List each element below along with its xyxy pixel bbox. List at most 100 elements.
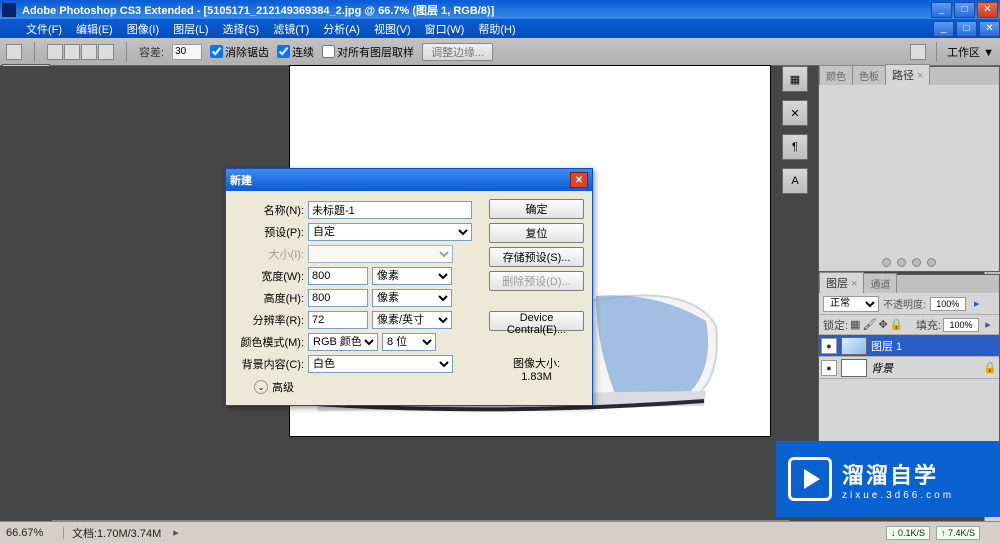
menu-help[interactable]: 帮助(H) — [472, 19, 521, 39]
width-input[interactable] — [308, 267, 368, 285]
resolution-input[interactable] — [308, 311, 368, 329]
status-bar: 66.67% 文档:1.70M/3.74M ▸ ↓ 0.1K/S ↑ 7.4K/… — [0, 521, 1000, 543]
watermark-title: 溜溜自学 — [842, 458, 954, 490]
blend-mode-select[interactable]: 正常 — [823, 296, 879, 312]
close-icon[interactable]: × — [851, 278, 857, 290]
tolerance-label: 容差: — [139, 44, 164, 60]
workspace-menu[interactable]: 工作区 ▼ — [947, 44, 994, 60]
selection-add-icon[interactable] — [64, 44, 80, 60]
device-central-button[interactable]: Device Central(E)... — [489, 311, 584, 331]
lock-transparent-icon[interactable]: ▦ — [850, 318, 860, 331]
panel-dots — [819, 258, 999, 267]
trash-icon[interactable] — [927, 258, 936, 267]
name-input[interactable] — [308, 201, 472, 219]
name-label: 名称(N): — [234, 202, 304, 218]
selection-subtract-icon[interactable] — [81, 44, 97, 60]
chevron-right-icon[interactable]: ▸ — [169, 526, 183, 539]
new-document-dialog: 新建 ✕ 名称(N): 预设(P): 自定 大小(I): 宽度(W): 像素 — [225, 168, 593, 406]
dialog-titlebar[interactable]: 新建 ✕ — [226, 169, 592, 191]
selection-new-icon[interactable] — [47, 44, 63, 60]
height-unit-select[interactable]: 像素 — [372, 289, 452, 307]
tab-swatches[interactable]: 色板 — [852, 65, 886, 85]
lock-paint-icon[interactable]: 🖌 — [862, 318, 876, 331]
tolerance-input[interactable] — [172, 44, 202, 60]
lock-all-icon[interactable]: 🔒 — [890, 318, 904, 331]
layer-row[interactable]: ● 背景 🔒 — [819, 357, 999, 379]
preset-label: 预设(P): — [234, 224, 304, 240]
background-select[interactable]: 白色 — [308, 355, 453, 373]
minimize-button[interactable]: _ — [931, 2, 952, 18]
advanced-toggle[interactable]: ⌄ 高级 — [234, 379, 483, 395]
tab-channels[interactable]: 通道 — [863, 273, 897, 293]
doc-close-button[interactable]: ✕ — [979, 21, 1000, 37]
tab-layers[interactable]: 图层× — [819, 272, 864, 293]
doc-restore-button[interactable]: □ — [956, 21, 977, 37]
background-label: 背景内容(C): — [234, 356, 304, 372]
fill-input[interactable] — [943, 318, 979, 332]
dot-icon[interactable] — [882, 258, 891, 267]
menu-window[interactable]: 窗口(W) — [419, 19, 471, 39]
visibility-icon[interactable]: ● — [821, 360, 837, 376]
play-icon — [788, 457, 832, 501]
menu-image[interactable]: 图像(I) — [121, 19, 165, 39]
close-icon[interactable]: × — [917, 70, 923, 82]
size-select — [308, 245, 453, 263]
options-bar: 容差: 消除锯齿 连续 对所有图层取样 调整边缘... 工作区 ▼ — [0, 38, 1000, 66]
tab-color[interactable]: 颜色 — [819, 65, 853, 85]
dot-icon[interactable] — [912, 258, 921, 267]
opacity-input[interactable] — [930, 297, 966, 311]
layer-row[interactable]: ● 图层 1 — [819, 335, 999, 357]
visibility-icon[interactable]: ● — [821, 338, 837, 354]
fill-label: 填充: — [916, 317, 941, 333]
layer-thumbnail[interactable] — [841, 337, 867, 355]
lock-label: 锁定: — [823, 317, 848, 333]
save-preset-button[interactable]: 存储预设(S)... — [489, 247, 584, 267]
size-label: 大小(I): — [234, 246, 304, 262]
histogram-tab-icon[interactable]: ✕ — [782, 100, 808, 126]
menu-file[interactable]: 文件(F) — [20, 19, 68, 39]
navigator-tab-icon[interactable]: ▦ — [782, 66, 808, 92]
reset-button[interactable]: 复位 — [489, 223, 584, 243]
menu-select[interactable]: 选择(S) — [217, 19, 266, 39]
layer-name: 背景 — [871, 360, 893, 376]
window-title: Adobe Photoshop CS3 Extended - [5105171_… — [22, 2, 931, 18]
menu-layer[interactable]: 图层(L) — [167, 19, 214, 39]
menu-view[interactable]: 视图(V) — [368, 19, 417, 39]
selection-intersect-icon[interactable] — [98, 44, 114, 60]
maximize-button[interactable]: □ — [954, 2, 975, 18]
tool-preset-icon[interactable] — [6, 44, 22, 60]
doc-minimize-button[interactable]: _ — [933, 21, 954, 37]
dot-icon[interactable] — [897, 258, 906, 267]
character-tab-icon[interactable]: ¶ — [782, 134, 808, 160]
paragraph-tab-icon[interactable]: A — [782, 168, 808, 194]
resolution-unit-select[interactable]: 像素/英寸 — [372, 311, 452, 329]
menu-edit[interactable]: 编辑(E) — [70, 19, 119, 39]
delete-preset-button[interactable]: 删除预设(D)... — [489, 271, 584, 291]
opacity-label: 不透明度: — [883, 296, 926, 311]
chevron-right-icon[interactable]: ▸ — [981, 318, 995, 331]
image-size-label: 图像大小: — [489, 355, 584, 371]
zoom-level[interactable]: 66.67% — [0, 527, 64, 539]
contiguous-checkbox[interactable]: 连续 — [277, 44, 314, 60]
chevron-right-icon[interactable]: ▸ — [970, 297, 984, 310]
all-layers-checkbox[interactable]: 对所有图层取样 — [322, 44, 414, 60]
color-mode-select[interactable]: RGB 颜色 — [308, 333, 378, 351]
preset-select[interactable]: 自定 — [308, 223, 472, 241]
close-button[interactable]: ✕ — [977, 2, 998, 18]
bridge-icon[interactable] — [910, 44, 926, 60]
bit-depth-select[interactable]: 8 位 — [382, 333, 436, 351]
layer-thumbnail[interactable] — [841, 359, 867, 377]
ok-button[interactable]: 确定 — [489, 199, 584, 219]
menu-analysis[interactable]: 分析(A) — [317, 19, 366, 39]
window-titlebar: Adobe Photoshop CS3 Extended - [5105171_… — [0, 0, 1000, 19]
upload-speed: ↑ 7.4K/S — [936, 526, 980, 540]
document-info[interactable]: 文档:1.70M/3.74M — [64, 525, 169, 541]
menu-filter[interactable]: 滤镜(T) — [267, 19, 315, 39]
height-input[interactable] — [308, 289, 368, 307]
refine-edge-button[interactable]: 调整边缘... — [422, 43, 493, 61]
lock-position-icon[interactable]: ✥ — [878, 318, 887, 331]
tab-paths[interactable]: 路径× — [885, 64, 930, 85]
dialog-close-button[interactable]: ✕ — [570, 172, 588, 188]
antialias-checkbox[interactable]: 消除锯齿 — [210, 44, 269, 60]
width-unit-select[interactable]: 像素 — [372, 267, 452, 285]
